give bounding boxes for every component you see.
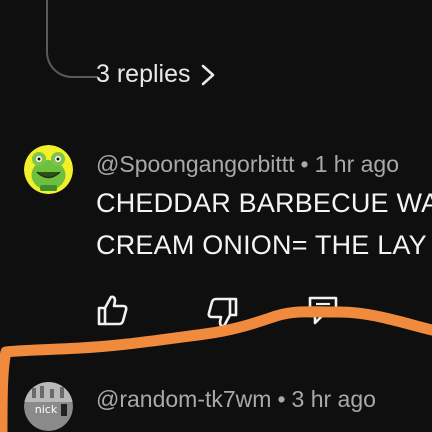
comment-text-line: CREAM ONION= THE LAY — [96, 230, 427, 260]
comment-username[interactable]: @Spoongangorbittt — [96, 151, 295, 177]
reply-icon — [308, 296, 338, 325]
gray-avatar-icon: nick — [24, 382, 73, 431]
avatar[interactable] — [24, 145, 73, 194]
like-icon — [97, 295, 128, 326]
meta-separator: • — [300, 151, 309, 177]
avatar[interactable]: nick — [24, 382, 73, 431]
thread-connector — [46, 0, 98, 78]
comment-meta: @random-tk7wm • 3 hr ago — [96, 386, 376, 413]
comment-text-line-cut — [96, 420, 426, 432]
comment-text-line: CHEDDAR BARBECUE WA — [96, 188, 432, 218]
avatar-text: nick — [35, 403, 58, 416]
like-button[interactable] — [94, 292, 130, 328]
replies-label: 3 replies — [96, 60, 191, 88]
green-frog-avatar-icon — [24, 145, 73, 194]
comment-time: 1 hr ago — [314, 151, 400, 177]
comment-meta: @Spoongangorbittt • 1 hr ago — [96, 151, 399, 178]
dislike-icon — [207, 297, 238, 328]
chevron-right-icon — [201, 64, 215, 86]
view-replies-button[interactable]: 3 replies — [96, 60, 215, 89]
reply-button[interactable] — [305, 292, 341, 328]
comment-username[interactable]: @random-tk7wm — [96, 386, 271, 412]
meta-separator: • — [277, 386, 286, 412]
comment-time: 3 hr ago — [291, 386, 376, 412]
dislike-button[interactable] — [205, 295, 241, 331]
